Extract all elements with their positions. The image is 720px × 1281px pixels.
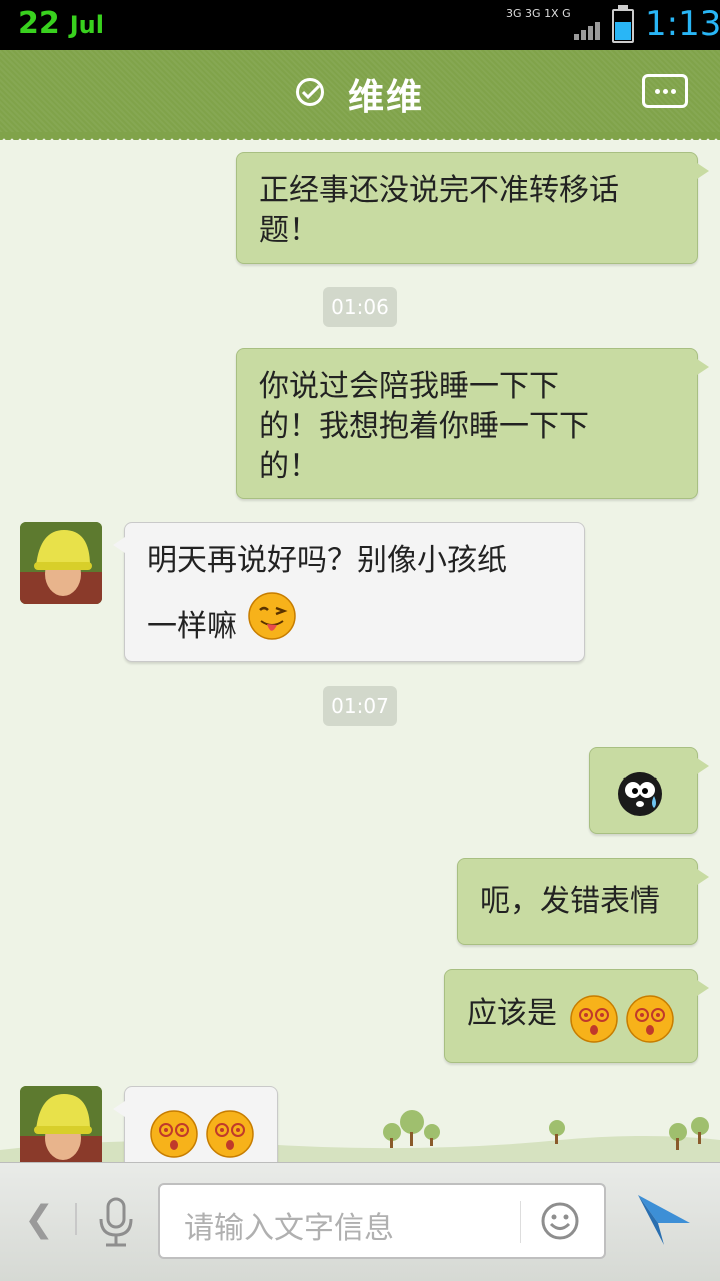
message-input[interactable]: 请输入文字信息: [158, 1183, 606, 1259]
landscape-decoration: [0, 1110, 720, 1162]
black-face-sweat-emoji: [614, 766, 666, 829]
message-text: 应该是: [467, 996, 557, 1031]
status-time: 1:13: [645, 4, 720, 44]
divider: [75, 1203, 77, 1235]
net-label-4: G: [562, 7, 571, 20]
message-list[interactable]: 正经事还没说完不准转移话 题！ 01:06 你说过会陪我睡一下下 的！我想抱着你…: [0, 140, 720, 1162]
network-signal-icon: 3G 3G 1X G: [506, 8, 602, 42]
back-chevron-icon[interactable]: ❮: [24, 1199, 54, 1240]
incoming-message[interactable]: 明天再说好吗？别像小孩纸 一样嘛: [113, 522, 585, 662]
net-label-2: 3G: [525, 7, 541, 20]
status-date: 22 Jul: [18, 6, 104, 41]
message-line: 的！我想抱着你睡一下下: [259, 409, 589, 444]
outgoing-message[interactable]: 呃，发错表情: [457, 858, 709, 945]
dizzy-face-emoji: [205, 1109, 255, 1162]
signal-bars-icon: [572, 22, 600, 40]
outgoing-message[interactable]: [589, 747, 709, 834]
dizzy-face-emoji: [625, 994, 675, 1055]
timestamp: 01:06: [323, 287, 397, 327]
input-bar: ❮ 请输入文字信息: [0, 1162, 720, 1281]
timestamp: 01:07: [323, 686, 397, 726]
message-text: 呃，发错表情: [480, 884, 660, 919]
net-label-3: 1X: [544, 7, 559, 20]
message-line: 一样嘛: [147, 609, 237, 644]
avatar[interactable]: [20, 1086, 102, 1162]
dizzy-face-emoji: [569, 994, 619, 1055]
check-circle-icon: [296, 78, 324, 106]
net-label-1: 3G: [506, 7, 522, 20]
divider: [520, 1201, 521, 1243]
outgoing-message[interactable]: 应该是: [444, 969, 709, 1063]
chat-header: 维维: [0, 50, 720, 140]
dizzy-face-emoji: [149, 1109, 199, 1162]
message-line: 的！: [259, 449, 319, 484]
status-bar: 22 Jul 3G 3G 1X G 1:13: [0, 0, 720, 50]
input-placeholder: 请输入文字信息: [184, 1211, 394, 1246]
send-icon[interactable]: [636, 1193, 692, 1247]
chat-more-icon[interactable]: [642, 74, 688, 108]
message-line: 题！: [259, 213, 319, 248]
outgoing-message[interactable]: 你说过会陪我睡一下下 的！我想抱着你睡一下下 的！: [236, 348, 709, 499]
status-day: 22: [18, 6, 60, 41]
chat-title: 维维: [348, 77, 425, 118]
outgoing-message[interactable]: 正经事还没说完不准转移话 题！: [236, 152, 709, 264]
message-line: 你说过会陪我睡一下下: [259, 369, 559, 404]
microphone-icon[interactable]: [96, 1197, 136, 1249]
message-line: 正经事还没说完不准转移话: [259, 173, 619, 208]
battery-icon: [612, 5, 634, 43]
incoming-message[interactable]: [113, 1086, 278, 1162]
message-line: 明天再说好吗？别像小孩纸: [147, 543, 507, 578]
wink-tongue-emoji: [247, 592, 297, 652]
avatar[interactable]: [20, 522, 102, 604]
smiley-icon[interactable]: [540, 1201, 580, 1241]
status-month: Jul: [69, 11, 104, 39]
